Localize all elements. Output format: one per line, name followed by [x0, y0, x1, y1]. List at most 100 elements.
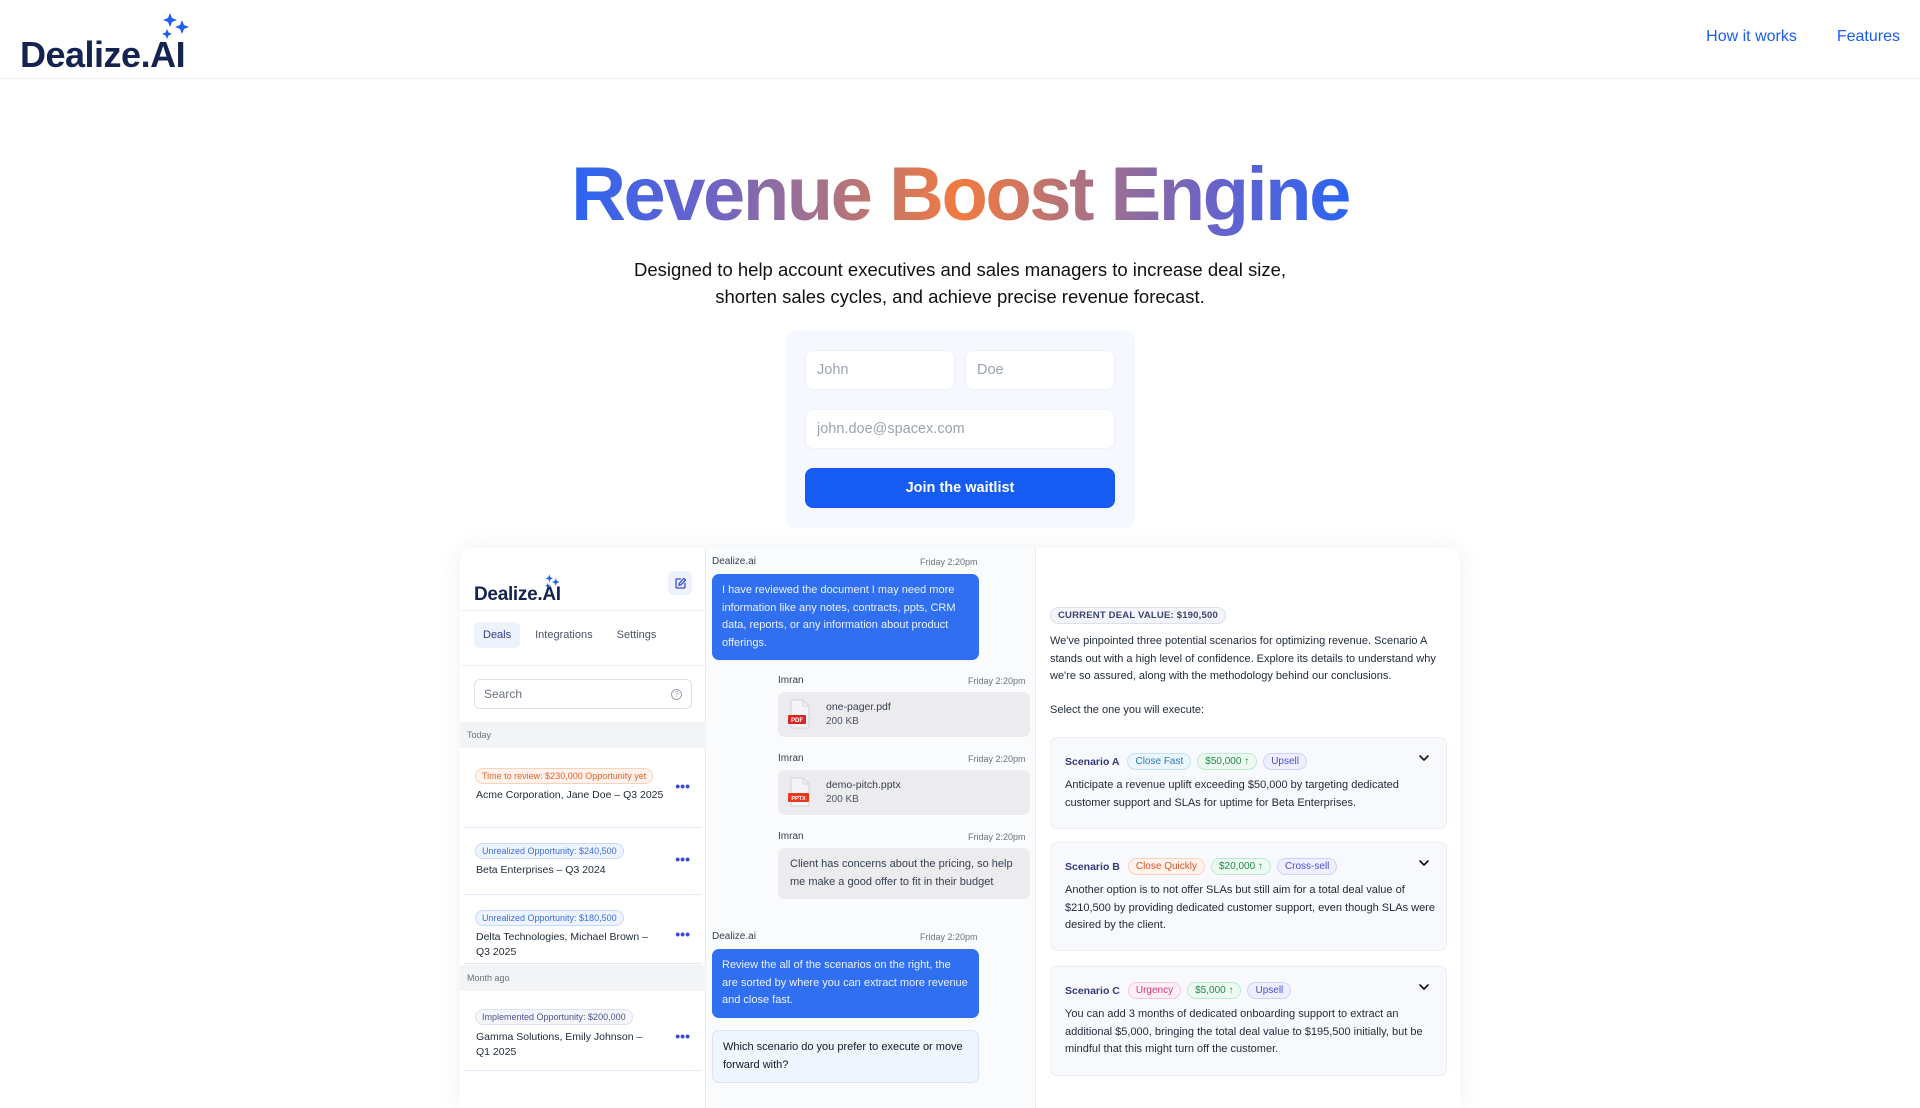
join-waitlist-button[interactable]: Join the waitlist: [805, 468, 1115, 508]
more-options-icon[interactable]: •••: [675, 778, 690, 794]
search-placeholder: Search: [484, 687, 523, 701]
message-sender: Imran: [778, 831, 804, 842]
scenario-tag: Cross-sell: [1276, 858, 1338, 875]
scenario-tag: Upsell: [1263, 753, 1307, 770]
message-time: Friday 2:20pm: [920, 932, 978, 942]
scenario-tag: Upsell: [1247, 982, 1292, 999]
hero-subtitle-line: shorten sales cycles, and achieve precis…: [715, 286, 1205, 307]
section-header-month-ago: Month ago: [460, 965, 706, 991]
user-message: Client has concerns about the pricing, s…: [778, 848, 1030, 899]
scenario-uplift-tag: $20,000 ↑: [1211, 858, 1271, 875]
message-time: Friday 2:20pm: [968, 832, 1026, 842]
svg-text:PPTX: PPTX: [791, 796, 806, 802]
chat-panel: Dealize.ai Friday 2:20pm I have reviewed…: [706, 548, 1036, 1108]
scenario-name: Scenario B: [1065, 860, 1120, 873]
top-nav: How it works Features: [1706, 28, 1900, 46]
message-sender: Dealize.ai: [712, 931, 756, 942]
hero-subtitle: Designed to help account executives and …: [0, 256, 1920, 310]
deal-status-badge: Unrealized Opportunity: $240,500: [475, 843, 624, 859]
more-options-icon[interactable]: •••: [675, 926, 690, 942]
tab-deals[interactable]: Deals: [474, 622, 521, 648]
scenario-header: Scenario B Close Quickly $20,000 ↑ Cross…: [1065, 858, 1338, 875]
assistant-question: Which scenario do you prefer to execute …: [712, 1030, 979, 1083]
file-attachment[interactable]: PPTX demo-pitch.pptx 200 KB: [778, 770, 1030, 815]
scenario-uplift-tag: $50,000 ↑: [1197, 753, 1258, 770]
message-time: Friday 2:20pm: [968, 754, 1026, 764]
message-sender: Imran: [778, 675, 804, 686]
scenarios-panel: CURRENT DEAL VALUE: $190,500 We've pinpo…: [1036, 548, 1460, 1108]
scenario-tag: Close Quickly: [1127, 858, 1205, 875]
deal-title: Gamma Solutions, Emily Johnson – Q1 2025: [476, 1031, 643, 1058]
divider: [460, 610, 706, 611]
file-name: demo-pitch.pptx: [826, 779, 901, 791]
sidebar-tabs: Deals Integrations Settings: [474, 622, 665, 648]
edit-icon: [674, 577, 686, 589]
scenario-description: Anticipate a revenue uplift exceeding $5…: [1065, 779, 1399, 809]
file-size: 200 KB: [826, 794, 859, 805]
hero-subtitle-line: Designed to help account executives and …: [634, 259, 1286, 280]
new-deal-button[interactable]: [668, 571, 692, 595]
scenario-header: Scenario A Close Fast $50,000 ↑ Upsell: [1065, 753, 1307, 770]
pptx-file-icon: PPTX: [788, 777, 810, 807]
deal-item[interactable]: Implemented Opportunity: $200,000 Gamma …: [464, 991, 702, 1071]
file-attachment[interactable]: PDF one-pager.pdf 200 KB: [778, 692, 1030, 737]
sparkle-icon: [545, 574, 560, 589]
message-time: Friday 2:20pm: [968, 676, 1026, 686]
last-name-input[interactable]: [965, 350, 1115, 390]
deal-title: Delta Technologies, Michael Brown – Q3 2…: [476, 931, 648, 958]
current-deal-value-badge: CURRENT DEAL VALUE: $190,500: [1050, 607, 1226, 624]
site-header: Dealize.AI How it works Features: [0, 0, 1920, 79]
deal-title: Beta Enterprises – Q3 2024: [476, 864, 606, 876]
deal-status-badge: Time to review: $230,000 Opportunity yet: [475, 768, 654, 784]
hero-title: Revenue Boost Engine: [0, 150, 1920, 240]
nav-how-it-works[interactable]: How it works: [1706, 28, 1797, 46]
deal-item[interactable]: Unrealized Opportunity: $180,500 Delta T…: [464, 896, 702, 964]
chevron-down-icon[interactable]: [1418, 857, 1430, 869]
scenario-tag: Close Fast: [1127, 753, 1192, 770]
scenario-description: Another option is to not offer SLAs but …: [1065, 884, 1435, 931]
scenario-card-b[interactable]: Scenario B Close Quickly $20,000 ↑ Cross…: [1050, 842, 1447, 951]
section-header-today: Today: [460, 722, 706, 748]
app-logo: Dealize.AI: [474, 568, 564, 608]
deal-item[interactable]: Time to review: $230,000 Opportunity yet…: [464, 748, 702, 828]
scenario-card-a[interactable]: Scenario A Close Fast $50,000 ↑ Upsell A…: [1050, 737, 1447, 829]
app-preview: Dealize.AI Deals Integrations Settings S…: [460, 548, 1460, 1108]
deal-title: Acme Corporation, Jane Doe – Q3 2025: [476, 789, 664, 801]
deal-status-badge: Implemented Opportunity: $200,000: [475, 1009, 633, 1025]
scenario-card-c[interactable]: Scenario C Urgency $5,000 ↑ Upsell You c…: [1050, 966, 1447, 1076]
scenario-header: Scenario C Urgency $5,000 ↑ Upsell: [1065, 982, 1292, 999]
file-name: one-pager.pdf: [826, 701, 891, 713]
scenario-name: Scenario A: [1065, 755, 1120, 768]
email-input[interactable]: [805, 409, 1115, 449]
deal-search-input[interactable]: Search ?: [474, 679, 692, 709]
help-icon[interactable]: ?: [671, 688, 682, 700]
assistant-message: Review the all of the scenarios on the r…: [712, 949, 979, 1018]
tab-integrations[interactable]: Integrations: [526, 622, 601, 648]
deal-item[interactable]: Unrealized Opportunity: $240,500 Beta En…: [464, 829, 702, 895]
deals-sidebar: Dealize.AI Deals Integrations Settings S…: [460, 548, 706, 1108]
scenario-description: You can add 3 months of dedicated onboar…: [1065, 1008, 1423, 1055]
message-time: Friday 2:20pm: [920, 557, 978, 567]
more-options-icon[interactable]: •••: [675, 1028, 690, 1044]
nav-features[interactable]: Features: [1837, 28, 1900, 46]
svg-text:PDF: PDF: [791, 718, 803, 724]
chevron-down-icon[interactable]: [1418, 752, 1430, 764]
file-size: 200 KB: [826, 716, 859, 727]
scenario-tag: Urgency: [1127, 982, 1182, 999]
message-sender: Imran: [778, 753, 804, 764]
scenario-name: Scenario C: [1065, 984, 1120, 997]
divider: [460, 665, 706, 666]
assistant-message: I have reviewed the document I may need …: [712, 574, 979, 660]
deal-status-badge: Unrealized Opportunity: $180,500: [475, 910, 624, 926]
brand-logo[interactable]: Dealize.AI: [20, 12, 190, 75]
more-options-icon[interactable]: •••: [675, 851, 690, 867]
hero-title-text: Revenue Boost Engine: [571, 152, 1349, 237]
scenarios-intro: We've pinpointed three potential scenari…: [1050, 635, 1436, 682]
scenario-uplift-tag: $5,000 ↑: [1187, 982, 1242, 999]
first-name-input[interactable]: [805, 350, 955, 390]
tab-settings[interactable]: Settings: [608, 622, 666, 648]
sparkle-icon: [162, 13, 189, 39]
chevron-down-icon[interactable]: [1418, 981, 1430, 993]
waitlist-form: Join the waitlist: [786, 330, 1135, 528]
message-sender: Dealize.ai: [712, 556, 756, 567]
